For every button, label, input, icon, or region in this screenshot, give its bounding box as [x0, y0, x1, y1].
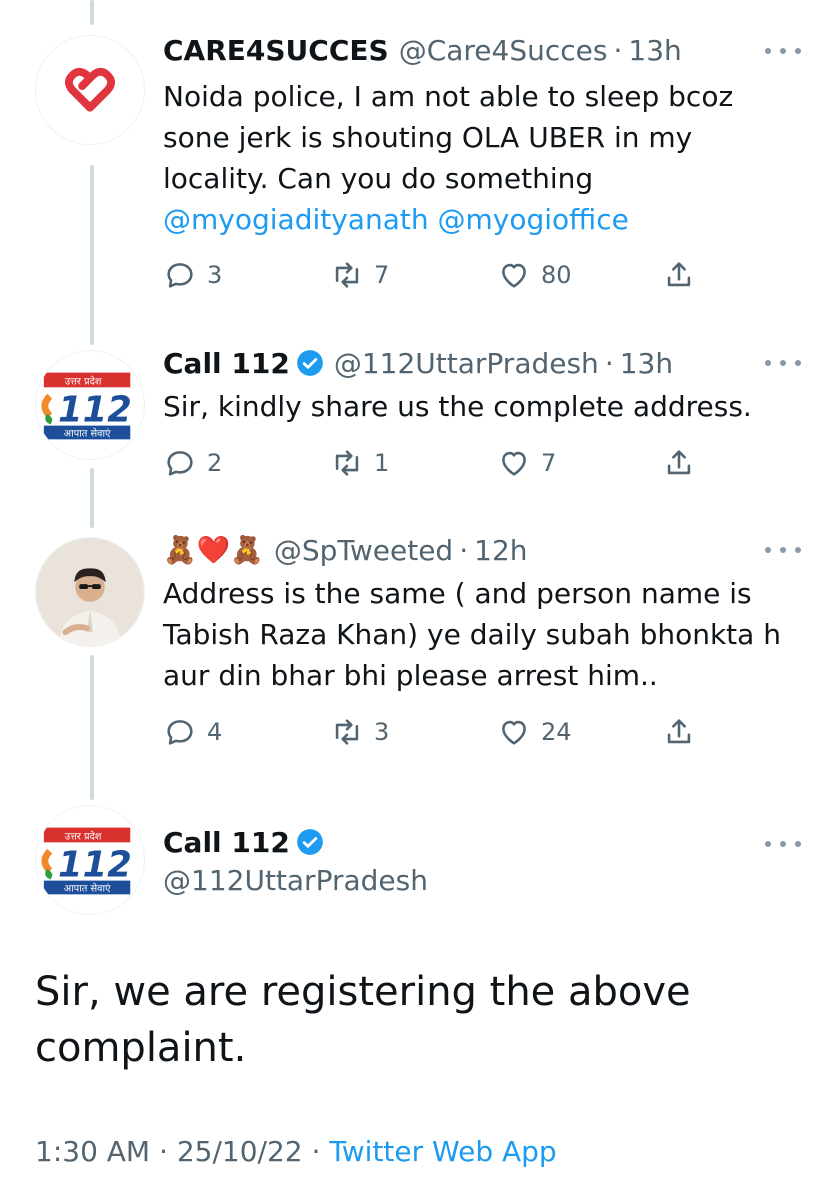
mention-link[interactable]: @myogiadityanath	[163, 203, 429, 236]
tweet-text-line: sone jerk is shouting OLA UBER in my	[163, 121, 693, 154]
like-button[interactable]: 80	[497, 255, 572, 295]
logo-bottom-text: आपात सेवाएं	[64, 427, 111, 439]
separator-dot: ·	[311, 1135, 321, 1168]
like-button[interactable]: 24	[497, 712, 572, 752]
main-tweet-handle-row: @112UttarPradesh	[163, 860, 428, 900]
separator-dot: ·	[459, 533, 469, 567]
reply-count: 2	[207, 449, 223, 477]
separator-dot: ·	[159, 1135, 168, 1168]
heart-icon	[502, 451, 526, 476]
tweet-text: Sir, kindly share us the complete addres…	[163, 386, 813, 427]
avatar-call-112[interactable]: उत्तर प्रदेश 112 आपात सेवाएं	[35, 350, 145, 460]
reply-icon	[167, 263, 193, 288]
tweet-text-line: Sir, we are registering the above	[35, 969, 691, 1015]
tweet-text-line: aur din bhar bhi please arrest him..	[163, 659, 658, 692]
display-name[interactable]: Call 112	[163, 826, 290, 859]
like-count: 80	[541, 261, 572, 289]
user-handle[interactable]: @Care4Succes	[399, 34, 608, 67]
main-tweet-name-row: Call 112	[163, 822, 324, 862]
tweet-meta: 1:30 AM · 25/10/22 · Twitter Web App	[35, 1135, 557, 1168]
tweet-time[interactable]: 12h	[474, 534, 527, 567]
logo-bottom-text: आपात सेवाएं	[64, 882, 111, 894]
retweet-count: 7	[374, 261, 390, 289]
tweet-text-line: Tabish Raza Khan) ye daily subah bhonkta…	[163, 618, 781, 651]
more-options-icon[interactable]	[765, 838, 801, 850]
retweet-button[interactable]: 7	[330, 255, 389, 295]
retweet-icon	[335, 719, 359, 745]
thread-line-top	[90, 0, 94, 25]
verified-badge-icon	[296, 828, 324, 856]
more-options-icon[interactable]	[765, 544, 801, 556]
share-icon	[667, 719, 691, 744]
retweet-button[interactable]: 1	[330, 443, 389, 483]
retweet-button[interactable]: 3	[330, 712, 389, 752]
mention-link[interactable]: @myogioffice	[437, 203, 628, 236]
tweet-header: CARE4SUCCES @Care4Succes · 13h	[163, 30, 682, 70]
user-handle[interactable]: @SpTweeted	[274, 534, 453, 567]
reply-button[interactable]: 4	[163, 712, 222, 752]
logo-number: 112	[58, 845, 132, 886]
tweet-time[interactable]: 13h	[628, 34, 681, 67]
display-name[interactable]: Call 112	[163, 347, 290, 380]
avatar-care4succes[interactable]	[35, 35, 145, 145]
verified-badge-icon	[296, 349, 324, 377]
tweet-text-line: Address is the same ( and person name is	[163, 577, 752, 610]
display-name[interactable]: CARE4SUCCES	[163, 34, 389, 67]
heart-logo-icon	[36, 36, 144, 144]
like-button[interactable]: 7	[497, 443, 556, 483]
tweet-text: Address is the same ( and person name is…	[163, 573, 813, 696]
logo-top-text: उत्तर प्रदेश	[65, 830, 102, 842]
reply-count: 4	[207, 718, 223, 746]
avatar-call-112[interactable]: उत्तर प्रदेश 112 आपात सेवाएं	[35, 805, 145, 915]
tweet-date[interactable]: 25/10/22	[177, 1135, 303, 1168]
reply-button[interactable]: 3	[163, 255, 222, 295]
tweet-text-line: locality. Can you do something	[163, 162, 594, 195]
tweet-time[interactable]: 1:30 AM	[35, 1135, 150, 1168]
logo-number: 112	[58, 390, 132, 431]
retweet-count: 3	[374, 718, 390, 746]
person-photo-icon	[36, 538, 144, 646]
share-icon	[667, 450, 691, 475]
share-button[interactable]	[662, 712, 696, 752]
display-name[interactable]: 🧸❤️🧸	[163, 534, 264, 566]
like-count: 7	[541, 449, 557, 477]
user-handle[interactable]: @112UttarPradesh	[334, 347, 599, 380]
reply-icon	[167, 451, 193, 476]
tweet-text-line: Noida police, I am not able to sleep bco…	[163, 80, 734, 113]
like-count: 24	[541, 718, 572, 746]
logo-top-text: उत्तर प्रदेश	[65, 375, 102, 387]
tweet-header: Call 112 @112UttarPradesh · 13h	[163, 343, 673, 383]
share-icon	[667, 262, 691, 287]
retweet-icon	[335, 262, 359, 288]
heart-icon	[502, 720, 526, 745]
more-options-icon[interactable]	[765, 357, 801, 369]
source-app-link[interactable]: Twitter Web App	[329, 1135, 556, 1168]
call-112-logo-icon: उत्तर प्रदेश 112 आपात सेवाएं	[36, 806, 144, 914]
more-options-icon[interactable]	[765, 45, 801, 57]
tweet-text-line: Sir, kindly share us the complete addres…	[163, 390, 752, 423]
call-112-logo-icon: उत्तर प्रदेश 112 आपात सेवाएं	[36, 351, 144, 459]
reply-count: 3	[207, 261, 223, 289]
tweet-text: Noida police, I am not able to sleep bco…	[163, 76, 813, 240]
reply-icon	[167, 720, 193, 745]
retweet-count: 1	[374, 449, 390, 477]
separator-dot: ·	[604, 346, 614, 380]
share-button[interactable]	[662, 443, 696, 483]
thread-line	[90, 655, 94, 800]
tweet-header: 🧸❤️🧸 @SpTweeted · 12h	[163, 530, 528, 570]
thread-line	[90, 468, 94, 528]
retweet-icon	[335, 450, 359, 476]
reply-button[interactable]: 2	[163, 443, 222, 483]
main-tweet-text: Sir, we are registering the above compla…	[35, 964, 815, 1076]
heart-icon	[502, 263, 526, 288]
tweet-time[interactable]: 13h	[620, 347, 673, 380]
share-button[interactable]	[662, 255, 696, 295]
avatar-sptweeted[interactable]	[35, 537, 145, 647]
user-handle[interactable]: @112UttarPradesh	[163, 864, 428, 897]
thread-line	[90, 165, 94, 345]
tweet-text-line: complaint.	[35, 1025, 247, 1071]
separator-dot: ·	[613, 33, 623, 67]
